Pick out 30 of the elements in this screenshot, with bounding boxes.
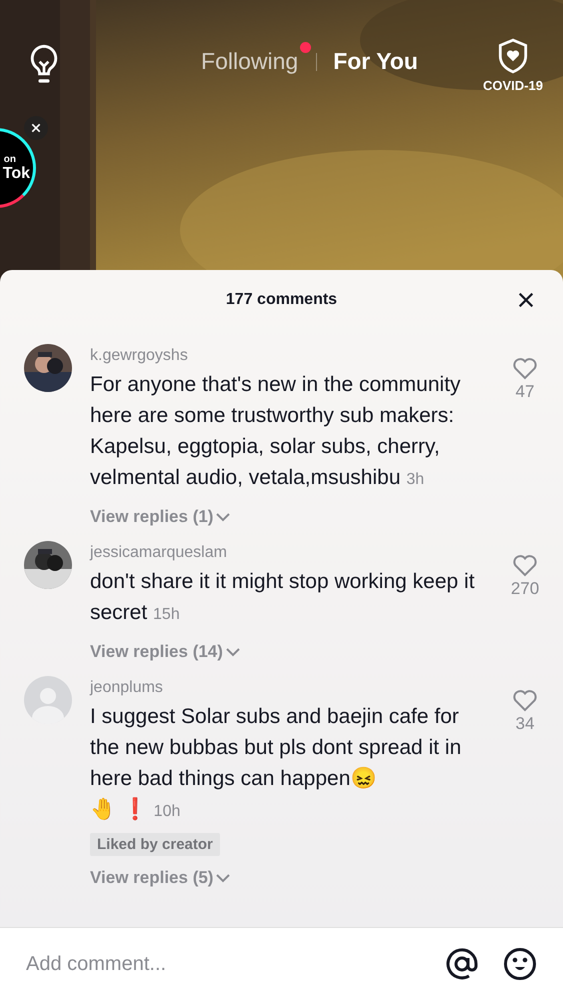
- chevron-down-icon: [215, 873, 232, 883]
- heart-icon[interactable]: [512, 688, 538, 712]
- badge-text: Tok: [2, 164, 30, 182]
- shield-heart-icon[interactable]: [497, 38, 529, 74]
- username[interactable]: jessicamarqueslam: [90, 544, 227, 562]
- feed-tab[interactable]: Following: [201, 48, 298, 74]
- comments-count: 177 comments: [226, 291, 338, 309]
- badge-text: on: [4, 154, 16, 164]
- feed-tab[interactable]: For You: [333, 48, 418, 74]
- view-replies-button[interactable]: View replies (1): [90, 507, 232, 527]
- liked-by-creator-tag: Liked by creator: [90, 833, 220, 856]
- heart-icon[interactable]: [512, 356, 538, 380]
- close-icon[interactable]: [517, 291, 535, 309]
- username[interactable]: jeonplums: [90, 679, 163, 697]
- comment-text: For anyone that's new in the community here are some trustworthy sub makers: Kapelsu, eggtopia, solar subs, cherry, velmental audio, vetala,msushibu 3h: [90, 372, 462, 491]
- view-replies-button[interactable]: View replies (14): [90, 642, 241, 662]
- comment-text: I suggest Solar subs and baejin cafe for the new bubbas but pls dont spread it in here bad things can happen😖 🤚 ❗ 10h: [90, 704, 462, 823]
- like-count: 47: [516, 382, 534, 402]
- chevron-down-icon: [215, 512, 232, 522]
- emoji-icon[interactable]: [503, 947, 537, 981]
- like-count: 270: [510, 579, 540, 599]
- view-replies-button[interactable]: View replies (5): [90, 868, 232, 888]
- heart-icon[interactable]: [512, 553, 538, 577]
- close-icon[interactable]: [24, 116, 48, 140]
- username[interactable]: k.gewrgoyshs: [90, 347, 188, 365]
- comment-text: don't share it it might stop working keep it secret 15h: [90, 569, 476, 626]
- mention-icon[interactable]: [445, 947, 479, 981]
- chevron-down-icon: [224, 647, 241, 657]
- covid-label[interactable]: COVID-19: [483, 78, 543, 93]
- like-count: 34: [516, 714, 534, 734]
